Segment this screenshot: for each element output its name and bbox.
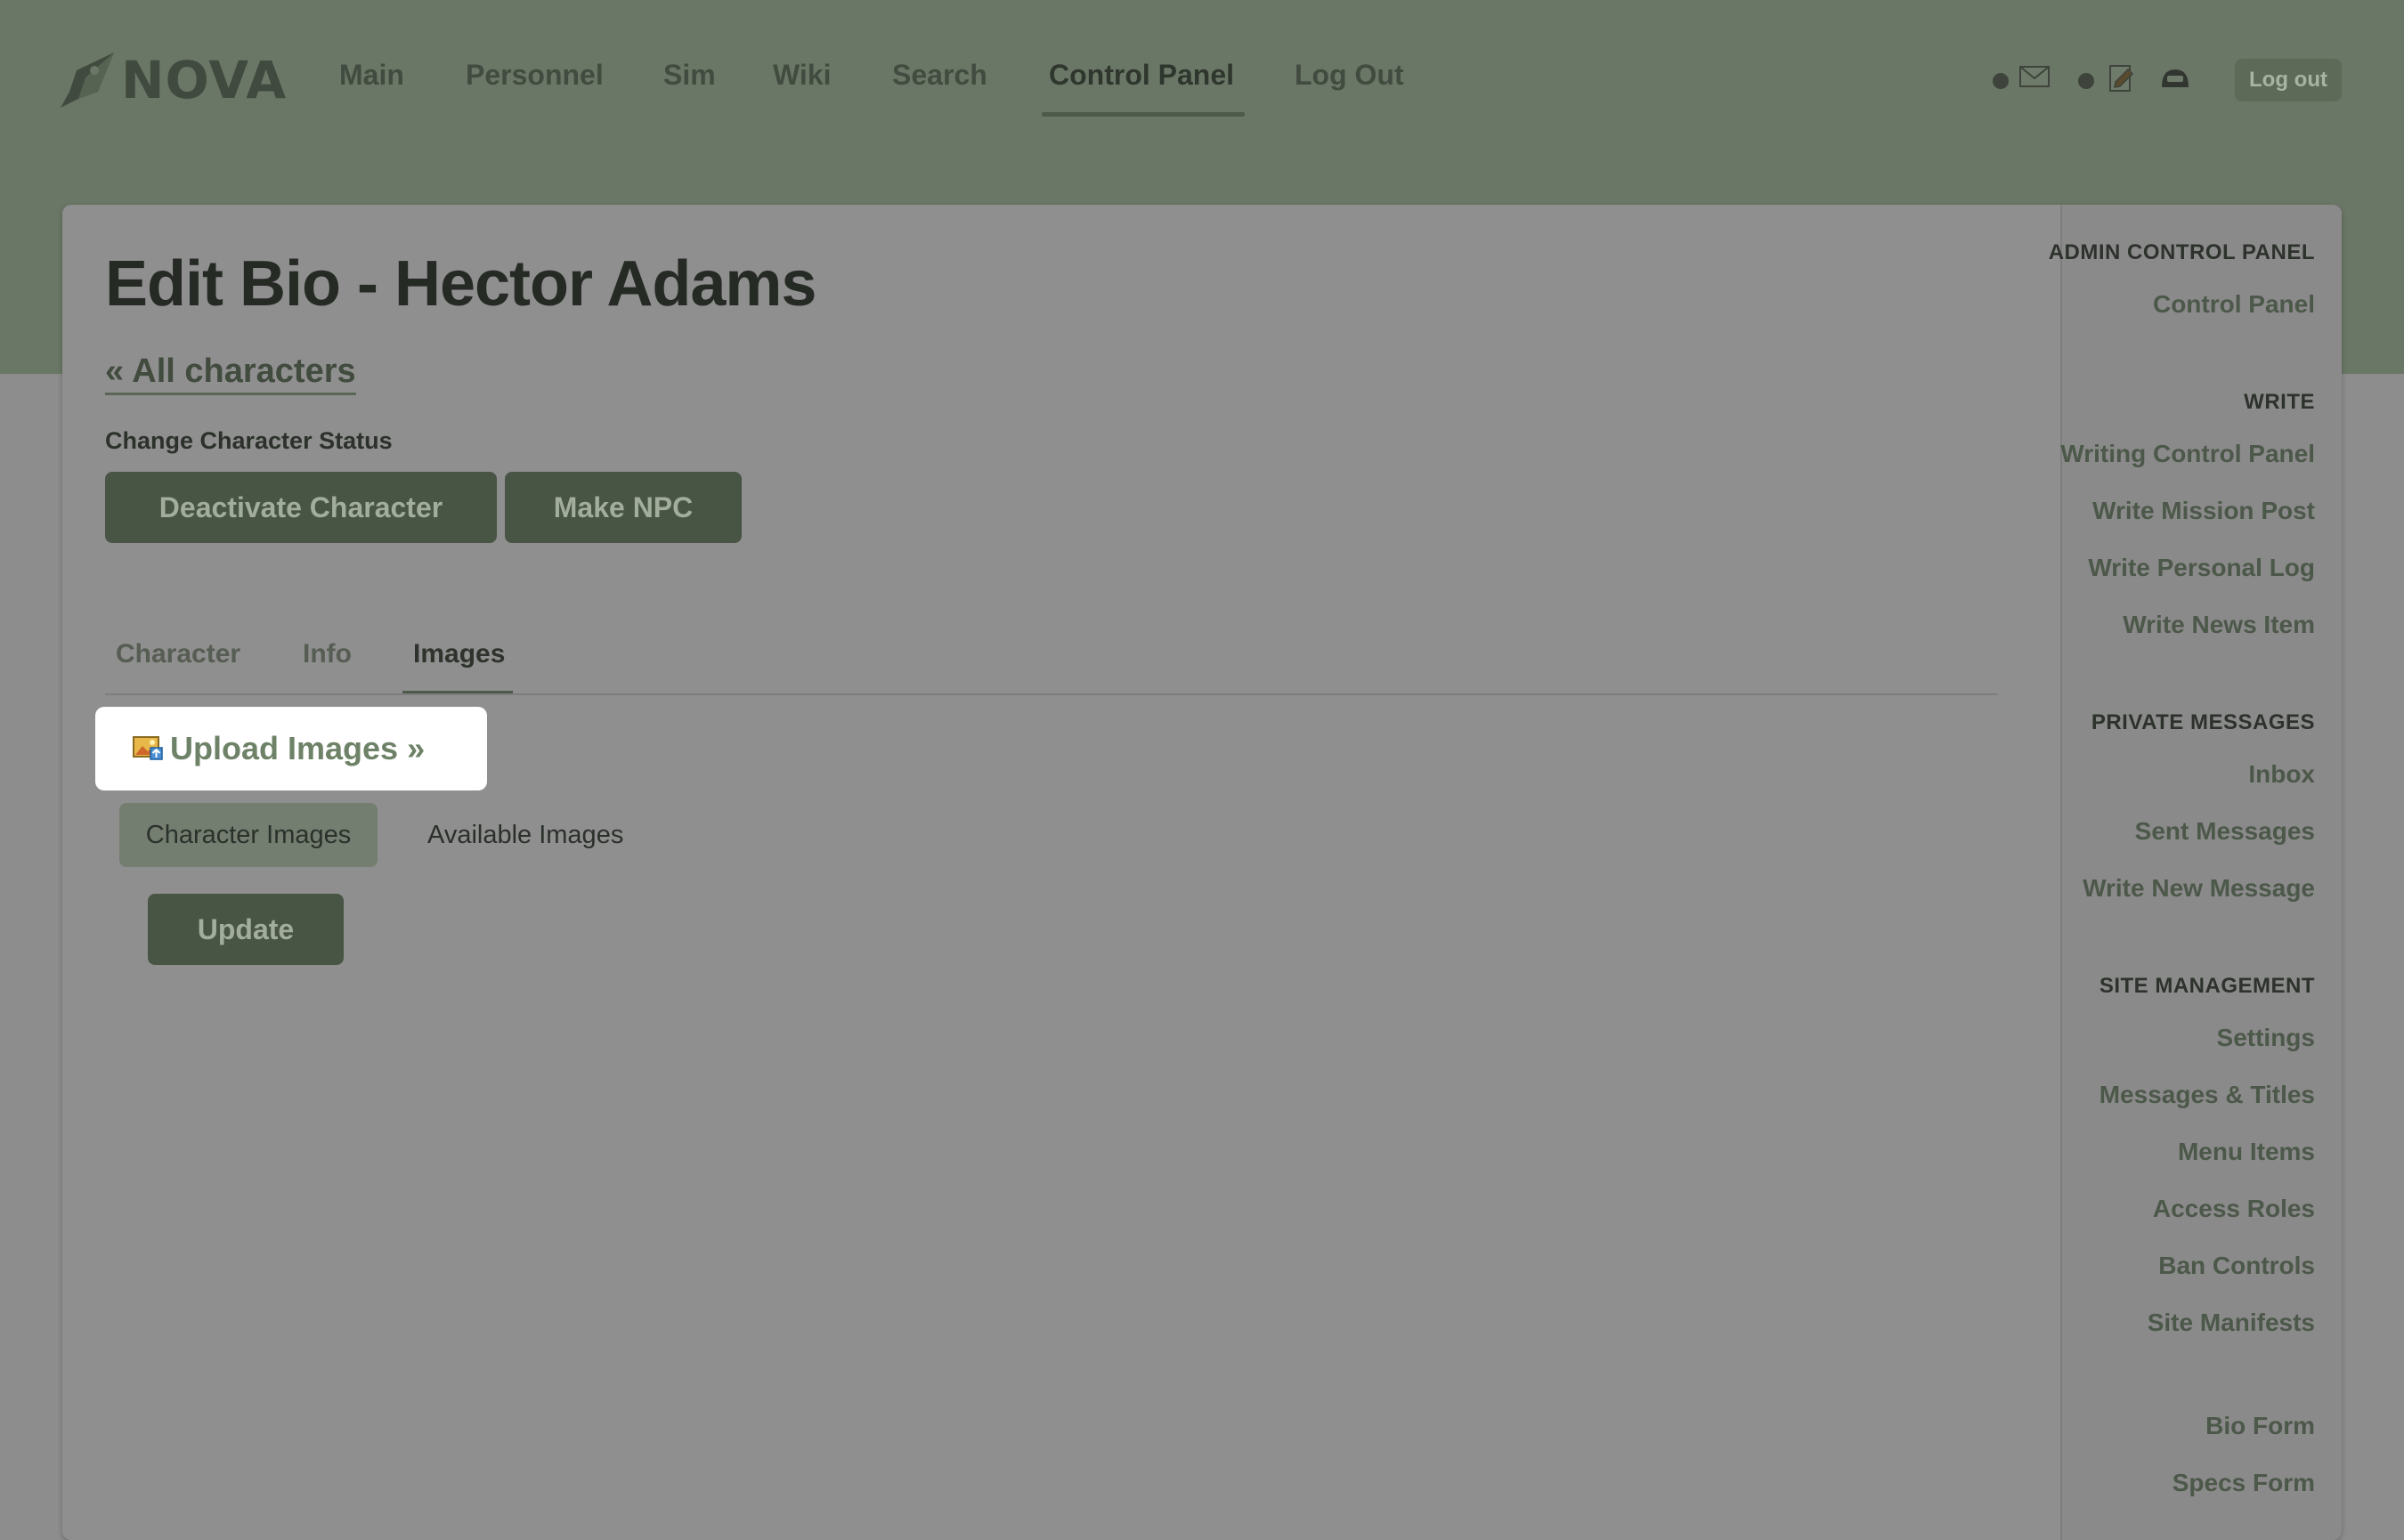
sidebar-item-write-personal-log[interactable]: Write Personal Log — [2088, 554, 2315, 582]
nav-search[interactable]: Search — [892, 59, 987, 92]
rocket-icon — [59, 51, 118, 109]
nova-logo[interactable]: NOVA — [59, 46, 287, 113]
tab-images[interactable]: Images — [413, 639, 505, 669]
mail-icon[interactable] — [2019, 66, 2050, 92]
sidebar-item-write-new-message[interactable]: Write New Message — [2083, 874, 2315, 903]
logout-button[interactable]: Log out — [2235, 59, 2342, 101]
sidebar-item-control-panel[interactable]: Control Panel — [2153, 290, 2315, 319]
sidebar-item-site-manifests[interactable]: Site Manifests — [2148, 1309, 2315, 1337]
subtab-character-images[interactable]: Character Images — [119, 803, 378, 867]
nav-personnel[interactable]: Personnel — [466, 59, 604, 92]
sidebar-item-writing-control-panel[interactable]: Writing Control Panel — [2060, 440, 2315, 468]
main-panel: Edit Bio - Hector Adams « All characters… — [62, 205, 2342, 1540]
change-status-label: Change Character Status — [105, 427, 393, 454]
sidebar-item-write-news-item[interactable]: Write News Item — [2123, 611, 2315, 639]
sidebar-item-write-mission-post[interactable]: Write Mission Post — [2092, 497, 2315, 525]
log-status-dot — [2078, 73, 2094, 89]
sidebar-item-ban-controls[interactable]: Ban Controls — [2158, 1252, 2315, 1280]
subtab-available-images[interactable]: Available Images — [427, 803, 623, 867]
nav-control-panel[interactable]: Control Panel — [1049, 59, 1234, 92]
sidebar-item-inbox[interactable]: Inbox — [2248, 760, 2315, 789]
sidebar-item-bio-form[interactable]: Bio Form — [2205, 1412, 2315, 1440]
page-title: Edit Bio - Hector Adams — [105, 248, 816, 320]
sidebar-item-sent-messages[interactable]: Sent Messages — [2135, 817, 2315, 846]
upload-images-label: Upload Images » — [170, 730, 426, 766]
tab-info[interactable]: Info — [303, 639, 352, 669]
tabs-divider — [105, 693, 1998, 695]
make-npc-button[interactable]: Make NPC — [505, 472, 742, 543]
sidebar-heading-admin: ADMIN CONTROL PANEL — [2048, 240, 2315, 264]
sidebar-item-messages-titles[interactable]: Messages & Titles — [2099, 1081, 2315, 1109]
nav-log-out[interactable]: Log Out — [1295, 59, 1404, 92]
upload-images-link[interactable]: Upload Images » — [95, 707, 487, 790]
sidebar-heading-write: WRITE — [2244, 390, 2315, 414]
all-characters-link[interactable]: « All characters — [105, 353, 356, 395]
sidebar: ADMIN CONTROL PANEL Control Panel WRITE … — [2049, 205, 2342, 1540]
active-nav-indicator — [1042, 112, 1245, 117]
sidebar-item-specs-form[interactable]: Specs Form — [2173, 1469, 2315, 1497]
document-edit-icon[interactable] — [2108, 64, 2135, 97]
nav-sim[interactable]: Sim — [663, 59, 716, 92]
top-navigation: NOVA Main Personnel Sim Wiki Search Cont… — [0, 0, 2404, 160]
sidebar-heading-private-messages: PRIVATE MESSAGES — [2091, 710, 2315, 734]
deactivate-character-button[interactable]: Deactivate Character — [105, 472, 497, 543]
sidebar-item-access-roles[interactable]: Access Roles — [2153, 1195, 2315, 1223]
helmet-icon[interactable] — [2160, 68, 2190, 95]
update-button[interactable]: Update — [148, 894, 344, 965]
sidebar-item-menu-items[interactable]: Menu Items — [2178, 1138, 2315, 1166]
sidebar-heading-site-management: SITE MANAGEMENT — [2099, 974, 2315, 998]
nav-main[interactable]: Main — [339, 59, 404, 92]
logo-text: NOVA — [121, 49, 288, 110]
image-upload-icon — [133, 734, 163, 765]
sidebar-item-settings[interactable]: Settings — [2217, 1024, 2315, 1052]
tab-character[interactable]: Character — [116, 639, 240, 669]
nav-wiki[interactable]: Wiki — [773, 59, 832, 92]
mail-status-dot — [1993, 73, 2009, 89]
